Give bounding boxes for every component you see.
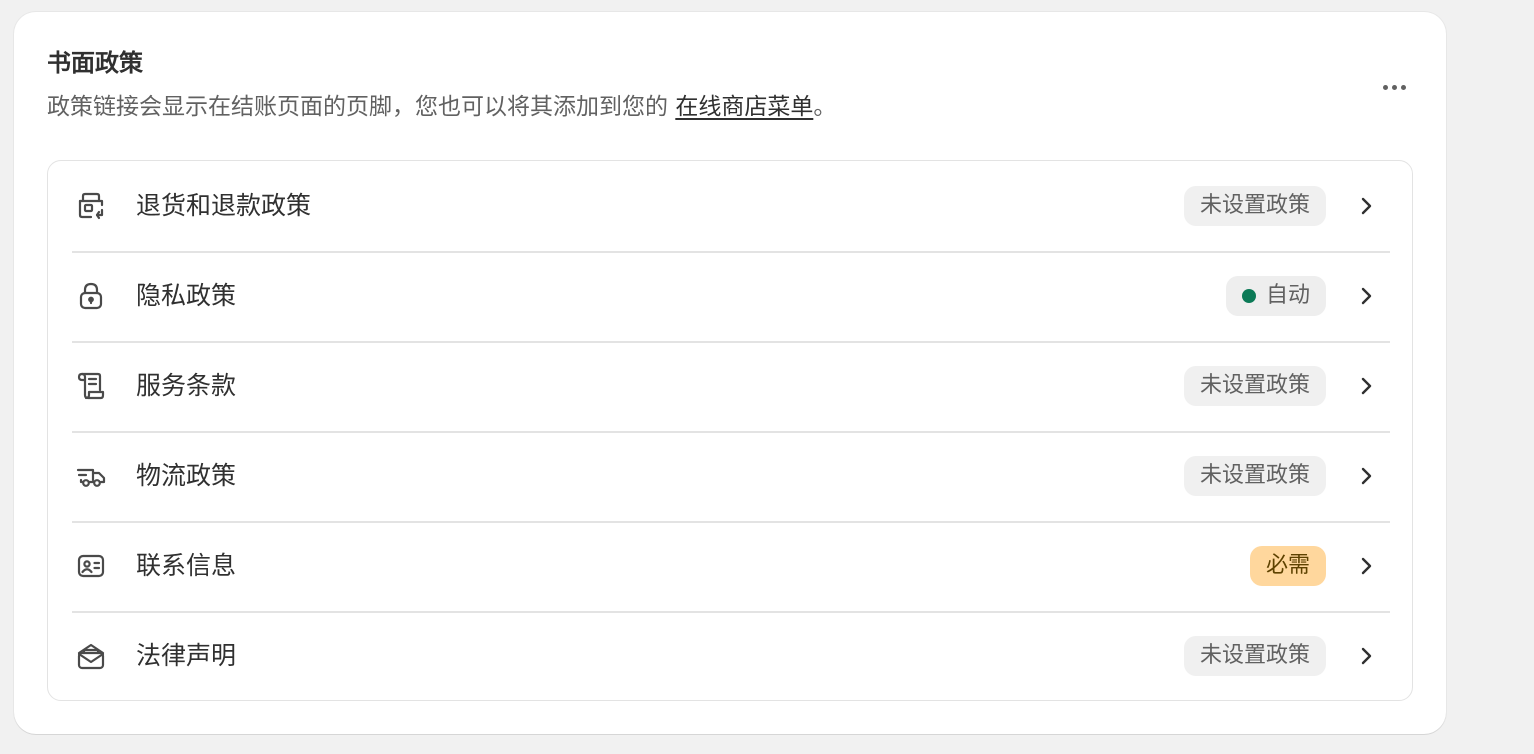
policy-status-text: 未设置政策 — [1199, 643, 1310, 668]
policy-label: 法律声明 — [136, 641, 237, 670]
row-divider — [72, 611, 1390, 613]
policy-row-terms[interactable]: 服务条款 未设置政策 — [72, 341, 1390, 431]
row-divider — [72, 431, 1390, 433]
more-dot-icon — [1400, 84, 1406, 90]
more-dot-icon — [1382, 84, 1388, 90]
policy-status-text: 未设置政策 — [1199, 373, 1310, 398]
policy-status-text: 自动 — [1265, 283, 1310, 308]
policy-label: 物流政策 — [136, 461, 237, 490]
policy-row-privacy[interactable]: 隐私政策 自动 — [72, 251, 1390, 341]
more-actions-button[interactable] — [1372, 72, 1416, 102]
policy-status-text: 未设置政策 — [1199, 193, 1310, 218]
chevron-right-icon — [1352, 282, 1380, 310]
description-suffix: 。 — [813, 94, 837, 120]
contact-card-icon — [76, 551, 106, 581]
chevron-right-icon — [1352, 462, 1380, 490]
policy-status-badge: 未设置政策 — [1183, 186, 1326, 226]
scroll-icon — [76, 371, 106, 401]
policy-status-badge: 必需 — [1249, 546, 1326, 586]
chevron-right-icon — [1352, 552, 1380, 580]
status-dot-icon — [1241, 289, 1256, 303]
policy-status-badge: 未设置政策 — [1183, 366, 1326, 406]
policies-card: 书面政策 政策链接会显示在结账页面的页脚，您也可以将其添加到您的 在线商店菜单。… — [14, 12, 1446, 734]
chevron-right-icon — [1352, 372, 1380, 400]
card-title: 书面政策 — [47, 49, 143, 77]
policy-label: 退货和退款政策 — [136, 191, 312, 220]
policy-row-refund[interactable]: 退货和退款政策 未设置政策 — [72, 161, 1390, 251]
policy-list: 退货和退款政策 未设置政策 隐私政策 自动 服务条款 未设置政策 物流政策 未设… — [47, 160, 1413, 701]
chevron-right-icon — [1352, 192, 1380, 220]
policy-status-text: 必需 — [1265, 553, 1310, 578]
online-store-menu-link[interactable]: 在线商店菜单 — [675, 94, 813, 120]
row-divider — [72, 341, 1390, 343]
policy-label: 隐私政策 — [136, 281, 237, 310]
delivery-truck-icon — [76, 461, 106, 491]
envelope-icon — [76, 641, 106, 671]
card-description: 政策链接会显示在结账页面的页脚，您也可以将其添加到您的 在线商店菜单。 — [47, 91, 836, 123]
policy-status-badge: 未设置政策 — [1183, 636, 1326, 676]
description-text: 政策链接会显示在结账页面的页脚，您也可以将其添加到您的 — [47, 94, 676, 120]
lock-icon — [76, 281, 106, 311]
chevron-right-icon — [1352, 642, 1380, 670]
policy-label: 服务条款 — [136, 371, 237, 400]
row-divider — [72, 521, 1390, 523]
more-dot-icon — [1391, 84, 1397, 90]
policy-status-badge: 未设置政策 — [1183, 456, 1326, 496]
policy-status-badge: 自动 — [1225, 276, 1326, 316]
policy-label: 联系信息 — [136, 551, 237, 580]
policy-row-contact[interactable]: 联系信息 必需 — [72, 521, 1390, 611]
policy-row-shipping[interactable]: 物流政策 未设置政策 — [72, 431, 1390, 521]
policy-status-text: 未设置政策 — [1199, 463, 1310, 488]
row-divider — [72, 251, 1390, 253]
return-box-icon — [76, 191, 106, 221]
policy-row-legal[interactable]: 法律声明 未设置政策 — [72, 611, 1390, 701]
